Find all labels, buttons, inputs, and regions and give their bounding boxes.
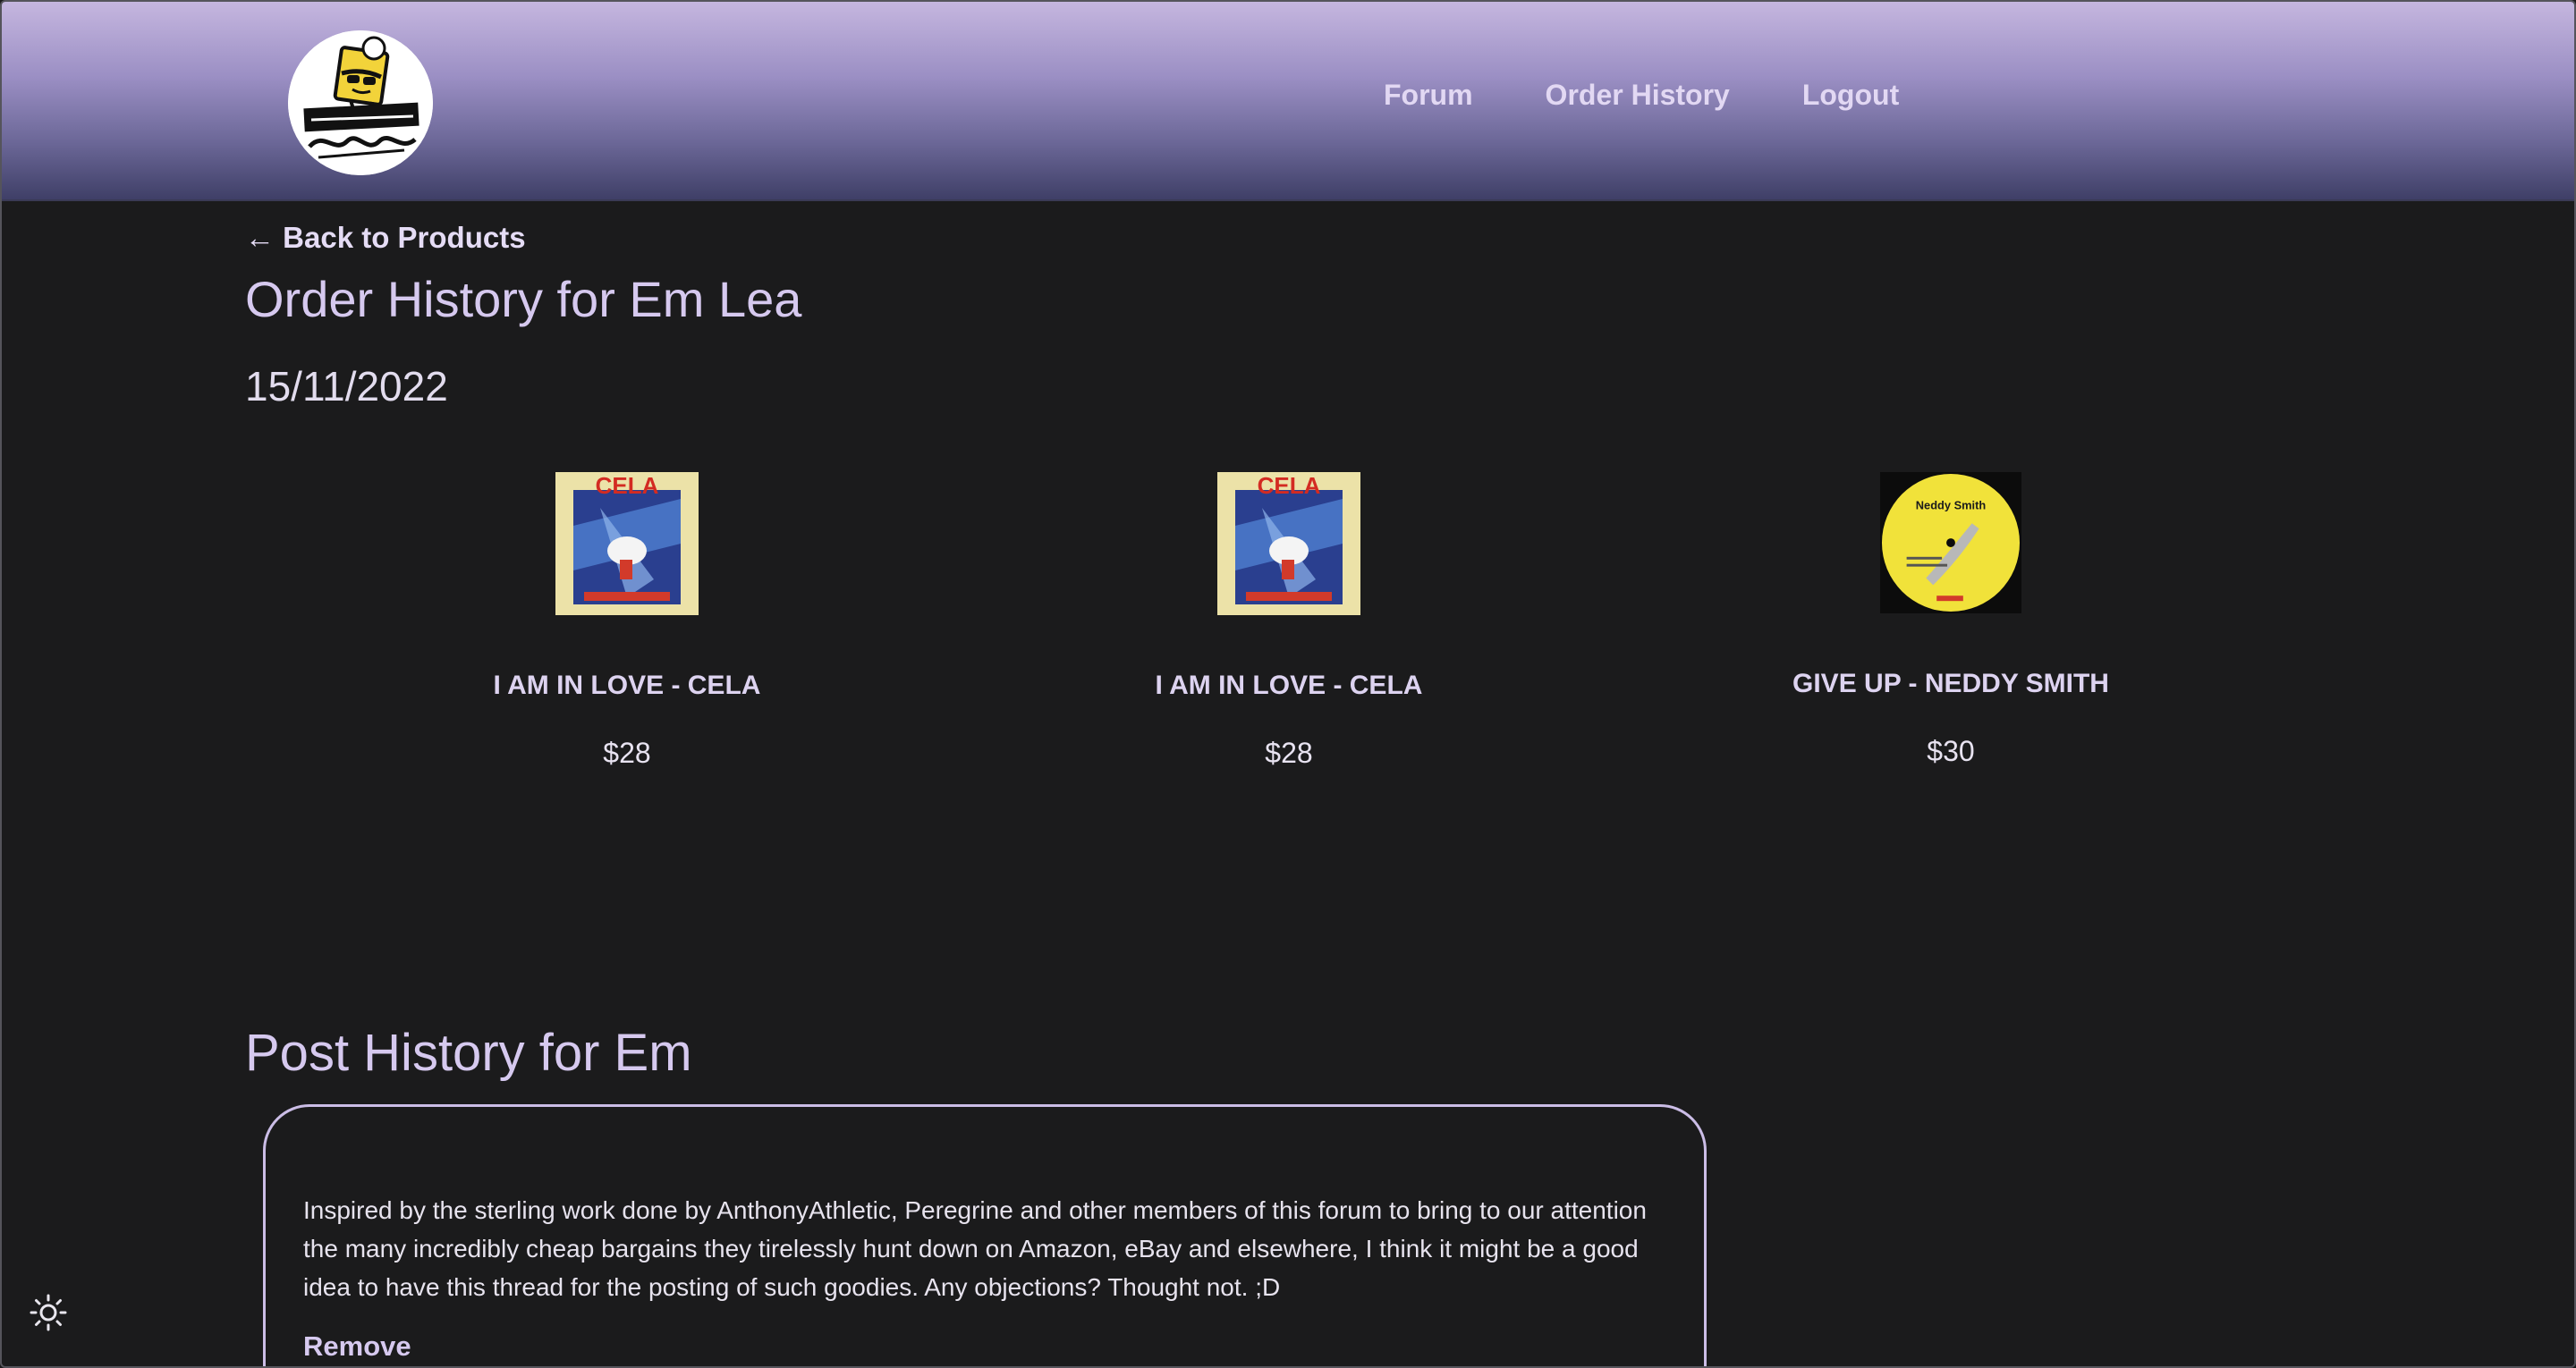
svg-text:CELA: CELA	[596, 472, 659, 499]
order-item[interactable]: Neddy Smith GIVE UP - NEDDY SMITH $30	[1700, 472, 2201, 768]
nav-logout[interactable]: Logout	[1802, 79, 1899, 112]
post-history-title: Post History for Em	[245, 1024, 692, 1082]
page-title: Order History for Em Lea	[245, 271, 802, 327]
cela-album-cover-icon: CELA	[1217, 472, 1360, 615]
sun-icon-graphic	[30, 1294, 67, 1331]
back-to-products-link[interactable]: ← Back to Products	[245, 221, 526, 255]
order-date: 15/11/2022	[245, 363, 448, 410]
neddy-smith-record-label-icon: Neddy Smith	[1880, 472, 2021, 613]
product-name: GIVE UP - NEDDY SMITH	[1792, 669, 2109, 698]
product-name: I AM IN LOVE - CELA	[1155, 671, 1423, 700]
product-name: I AM IN LOVE - CELA	[493, 671, 761, 700]
nav-forum[interactable]: Forum	[1384, 79, 1473, 112]
post-text: Inspired by the sterling work done by An…	[303, 1196, 1647, 1301]
logo-graphic	[288, 30, 433, 175]
svg-text:Neddy Smith: Neddy Smith	[1916, 498, 1987, 511]
order-item[interactable]: CELA I AM IN LOVE - CELA $28	[377, 472, 877, 770]
record-playerz-logo[interactable]	[288, 30, 433, 175]
nav-order-history[interactable]: Order History	[1546, 79, 1730, 112]
product-price: $28	[603, 737, 651, 769]
cela-album-cover-icon: CELA	[555, 472, 699, 615]
sun-icon[interactable]	[29, 1293, 68, 1332]
site-header: Forum Order History Logout	[2, 2, 2574, 201]
order-item[interactable]: CELA I AM IN LOVE - CELA $28	[1038, 472, 1539, 770]
main-nav: Forum Order History Logout	[1384, 79, 1899, 112]
app-window: Forum Order History Logout ← Back to Pro…	[0, 0, 2576, 1368]
remove-post-button[interactable]: Remove	[303, 1330, 411, 1363]
product-price: $28	[1265, 737, 1313, 769]
product-price: $30	[1927, 735, 1975, 767]
svg-text:CELA: CELA	[1258, 472, 1321, 499]
post-card: Inspired by the sterling work done by An…	[263, 1104, 1707, 1366]
